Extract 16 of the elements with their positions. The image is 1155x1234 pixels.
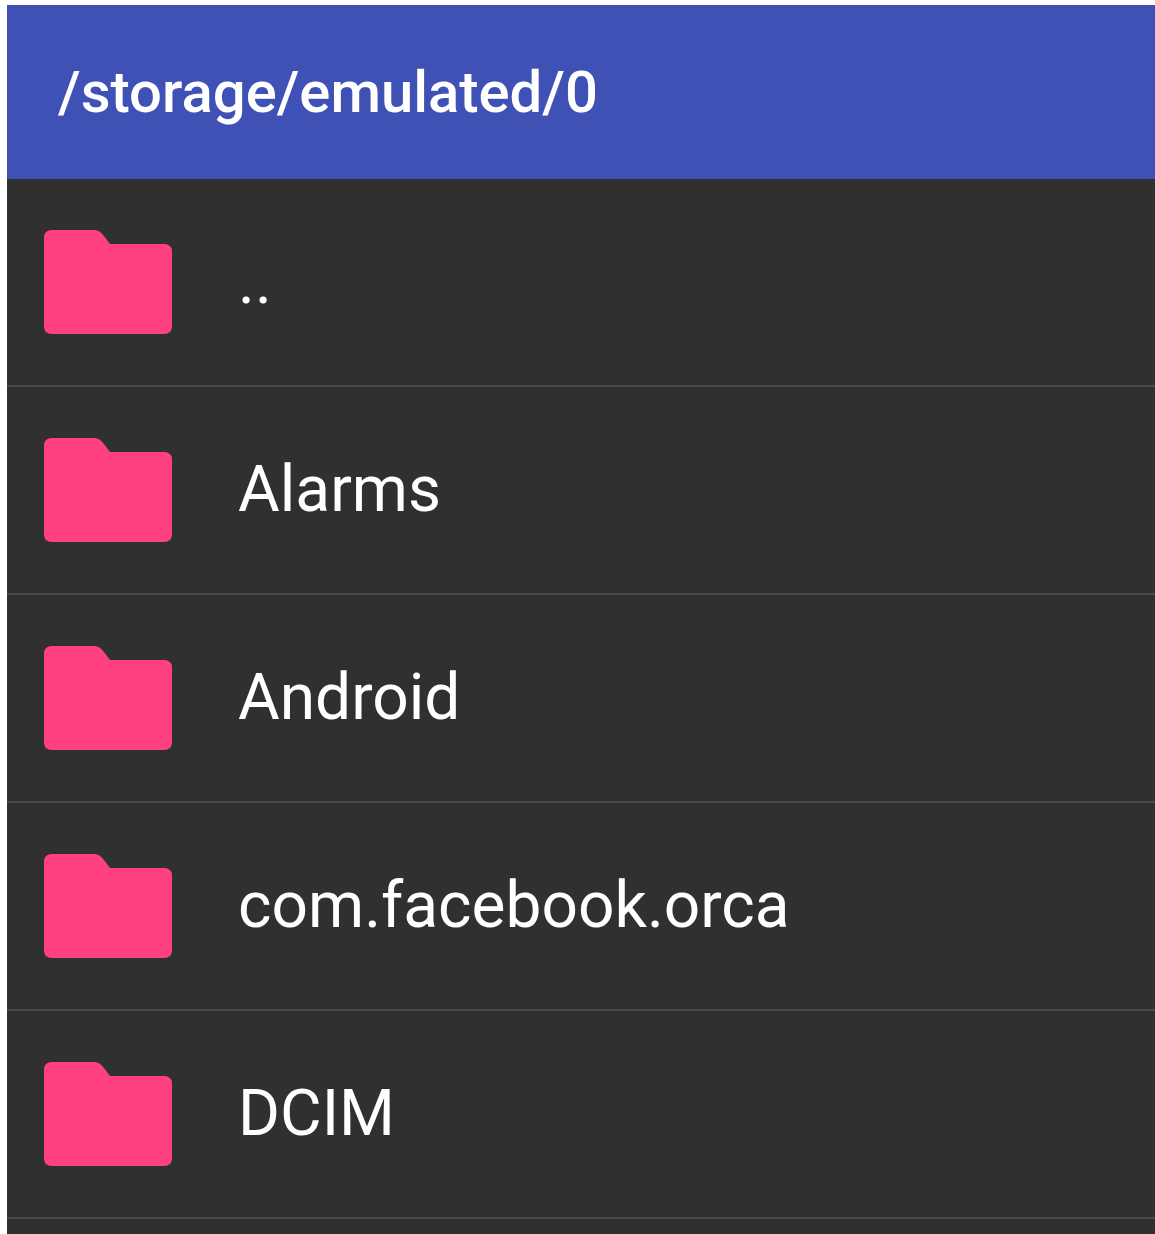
folder-icon [44, 438, 172, 542]
folder-name: .. [238, 243, 272, 321]
folder-icon [44, 854, 172, 958]
folder-name: DCIM [238, 1075, 395, 1153]
folder-row[interactable]: .. [7, 179, 1155, 387]
folder-row[interactable]: DCIM [7, 1011, 1155, 1219]
folder-row[interactable]: Android [7, 595, 1155, 803]
folder-name: Android [238, 659, 461, 737]
folder-icon [44, 646, 172, 750]
folder-icon [44, 230, 172, 334]
toolbar-title: /storage/emulated/0 [58, 56, 598, 128]
folder-row[interactable]: Alarms [7, 387, 1155, 595]
folder-row[interactable]: com.facebook.orca [7, 803, 1155, 1011]
folder-icon [44, 1062, 172, 1166]
folder-name: com.facebook.orca [238, 867, 790, 945]
folder-name: Alarms [238, 451, 441, 529]
